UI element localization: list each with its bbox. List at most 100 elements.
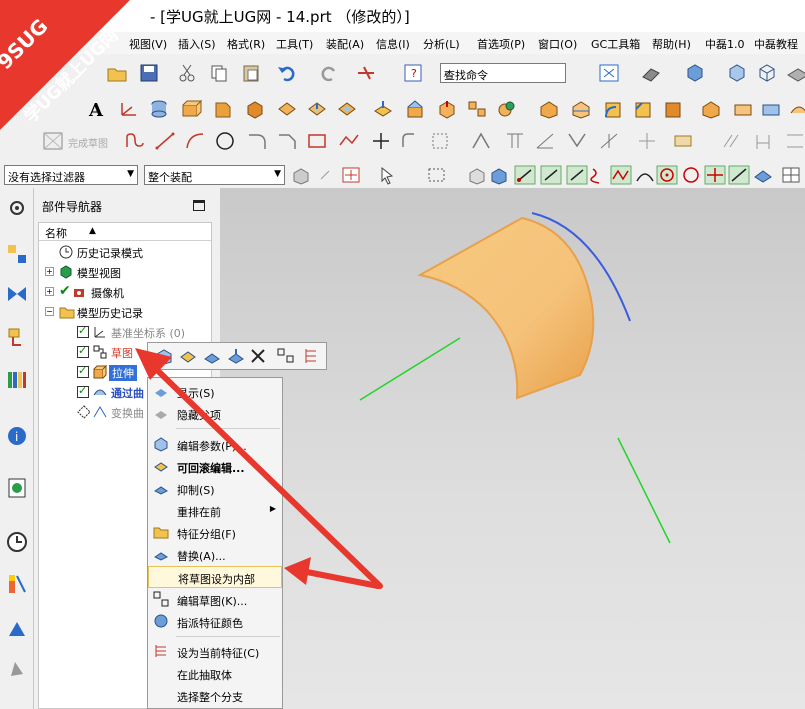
menu-item-edit-parameters[interactable]: 编辑参数(P)...: [148, 433, 282, 455]
menu-item-make-current-feature[interactable]: 设为当前特征(C): [148, 640, 282, 662]
assembly-navigator-icon[interactable]: [5, 242, 29, 266]
finish-sketch-label[interactable]: 完成草图: [68, 135, 108, 150]
tree-node-datum-csys[interactable]: 基准坐标系 (0): [75, 323, 207, 341]
snap-point-icon[interactable]: [318, 165, 340, 185]
render-style-icon[interactable]: [640, 63, 662, 83]
layer-icon[interactable]: [786, 63, 805, 83]
snap-point-on-curve-icon[interactable]: [728, 165, 750, 185]
selection-filter-dropdown[interactable]: 没有选择过滤器 ▼: [4, 165, 138, 185]
cylinder-icon[interactable]: [148, 99, 170, 119]
history-clock-icon[interactable]: [5, 530, 29, 554]
parallel-icon[interactable]: [720, 131, 742, 151]
surface-icon[interactable]: [788, 99, 805, 119]
snap-intersection-icon[interactable]: [704, 165, 726, 185]
constraint-icon[interactable]: [672, 131, 694, 151]
save-icon[interactable]: [138, 63, 160, 83]
visibility-checkbox[interactable]: [77, 364, 89, 378]
point-icon[interactable]: [370, 131, 392, 151]
thicken-icon[interactable]: [732, 99, 754, 119]
snap-curve-icon[interactable]: [356, 63, 378, 83]
snap-quadrant-icon[interactable]: [680, 165, 702, 185]
tree-node-history-mode[interactable]: 历史记录模式: [57, 243, 207, 261]
menu-item-assign-feature-color[interactable]: 指派特征颜色: [148, 610, 282, 632]
snap-center-icon[interactable]: [656, 165, 678, 185]
menu-help[interactable]: 帮助(H): [652, 36, 691, 52]
solid-body-filter-icon[interactable]: [466, 165, 488, 185]
menu-item-select-entire-branch[interactable]: 选择整个分支: [148, 684, 282, 706]
circle-icon[interactable]: [214, 131, 236, 151]
copy-icon[interactable]: [208, 63, 230, 83]
tree-node-camera[interactable]: + ✔ 摄像机: [43, 283, 207, 301]
snap-control-point-icon[interactable]: [566, 165, 588, 185]
face-filter-icon[interactable]: [488, 165, 510, 185]
suppress-icon[interactable]: [202, 347, 222, 365]
shell-icon[interactable]: [662, 99, 684, 119]
pocket-icon[interactable]: [336, 99, 358, 119]
unite-icon[interactable]: [496, 99, 518, 119]
menu-item-replace[interactable]: 替换(A)...: [148, 543, 282, 565]
offset-face-icon[interactable]: [436, 99, 458, 119]
collapse-icon[interactable]: −: [45, 307, 54, 316]
gear-icon[interactable]: [5, 196, 29, 220]
expand-icon[interactable]: +: [45, 267, 54, 276]
mirror-curve-icon[interactable]: [470, 131, 492, 151]
menu-gc-toolkit[interactable]: GC工具箱: [591, 36, 640, 52]
menu-item-show[interactable]: 显示(S): [148, 380, 282, 402]
line-icon[interactable]: [154, 131, 176, 151]
role-icon[interactable]: [5, 616, 29, 640]
snap-arc-center-icon[interactable]: [634, 165, 656, 185]
menu-window[interactable]: 窗口(O): [538, 36, 577, 52]
redo-icon[interactable]: [318, 63, 340, 83]
menu-item-rollback-edit[interactable]: 可回滚编辑...: [148, 455, 282, 477]
rectangle-select-icon[interactable]: [426, 165, 448, 185]
replace-icon[interactable]: [226, 347, 246, 365]
menu-item-feature-group[interactable]: 特征分组(F): [148, 521, 282, 543]
visibility-checkbox[interactable]: [77, 384, 89, 398]
offset-curve-icon[interactable]: [400, 131, 422, 151]
graphics-window[interactable]: [220, 188, 805, 709]
block-icon[interactable]: [244, 99, 266, 119]
column-header-name[interactable]: 名称 ▲: [39, 223, 211, 241]
split-body-icon[interactable]: [570, 99, 592, 119]
shaded-cube-icon[interactable]: [684, 63, 706, 83]
select-target-icon[interactable]: [340, 165, 362, 185]
menu-format[interactable]: 格式(R): [227, 36, 265, 52]
assembly-scope-dropdown[interactable]: 整个装配 ▼: [144, 165, 285, 185]
fit-view-icon[interactable]: [598, 63, 620, 83]
snap-grid-icon[interactable]: [780, 165, 802, 185]
information-icon[interactable]: i: [5, 424, 29, 448]
polygon-icon[interactable]: [338, 131, 360, 151]
rollback-edit-icon[interactable]: [178, 347, 198, 365]
menu-tools[interactable]: 工具(T): [276, 36, 313, 52]
menu-information[interactable]: 信息(I): [376, 36, 410, 52]
cut-icon[interactable]: [176, 63, 198, 83]
revolve-icon[interactable]: [212, 99, 234, 119]
make-current-feature-icon[interactable]: [302, 347, 322, 365]
web-browser-icon[interactable]: [5, 476, 29, 500]
expand-icon[interactable]: +: [45, 287, 54, 296]
part-navigator-icon[interactable]: [5, 326, 29, 350]
menu-zhonglei-tutorial[interactable]: 中磊教程: [754, 36, 798, 52]
reuse-library-icon[interactable]: [5, 368, 29, 392]
rectangle-icon[interactable]: [306, 131, 328, 151]
snap-midpoint-icon[interactable]: [540, 165, 562, 185]
menu-item-hide-parents[interactable]: 隐藏父项: [148, 402, 282, 424]
visibility-checkbox[interactable]: [77, 344, 89, 358]
assembly-select-icon[interactable]: [290, 165, 312, 185]
edit-parameters-icon[interactable]: [154, 347, 174, 365]
snap-endpoint-icon[interactable]: [514, 165, 536, 185]
menu-insert[interactable]: 插入(S): [178, 36, 216, 52]
command-finder-icon[interactable]: ?: [402, 63, 424, 83]
menu-item-make-sketch-internal[interactable]: 将草图设为内部: [148, 566, 282, 588]
menu-item-suppress[interactable]: 抑制(S): [148, 477, 282, 499]
delete-icon[interactable]: [248, 347, 268, 365]
edit-sketch-icon[interactable]: [276, 347, 296, 365]
chamfer-icon[interactable]: [632, 99, 654, 119]
hole-icon[interactable]: [276, 99, 298, 119]
boss-icon[interactable]: [306, 99, 328, 119]
search-icon[interactable]: ⌕: [444, 66, 561, 81]
pattern-curve-icon[interactable]: [430, 131, 452, 151]
maximize-icon[interactable]: [193, 200, 205, 211]
sort-ascending-icon[interactable]: ▲: [89, 226, 96, 236]
feature-operation-icon[interactable]: [372, 99, 394, 119]
